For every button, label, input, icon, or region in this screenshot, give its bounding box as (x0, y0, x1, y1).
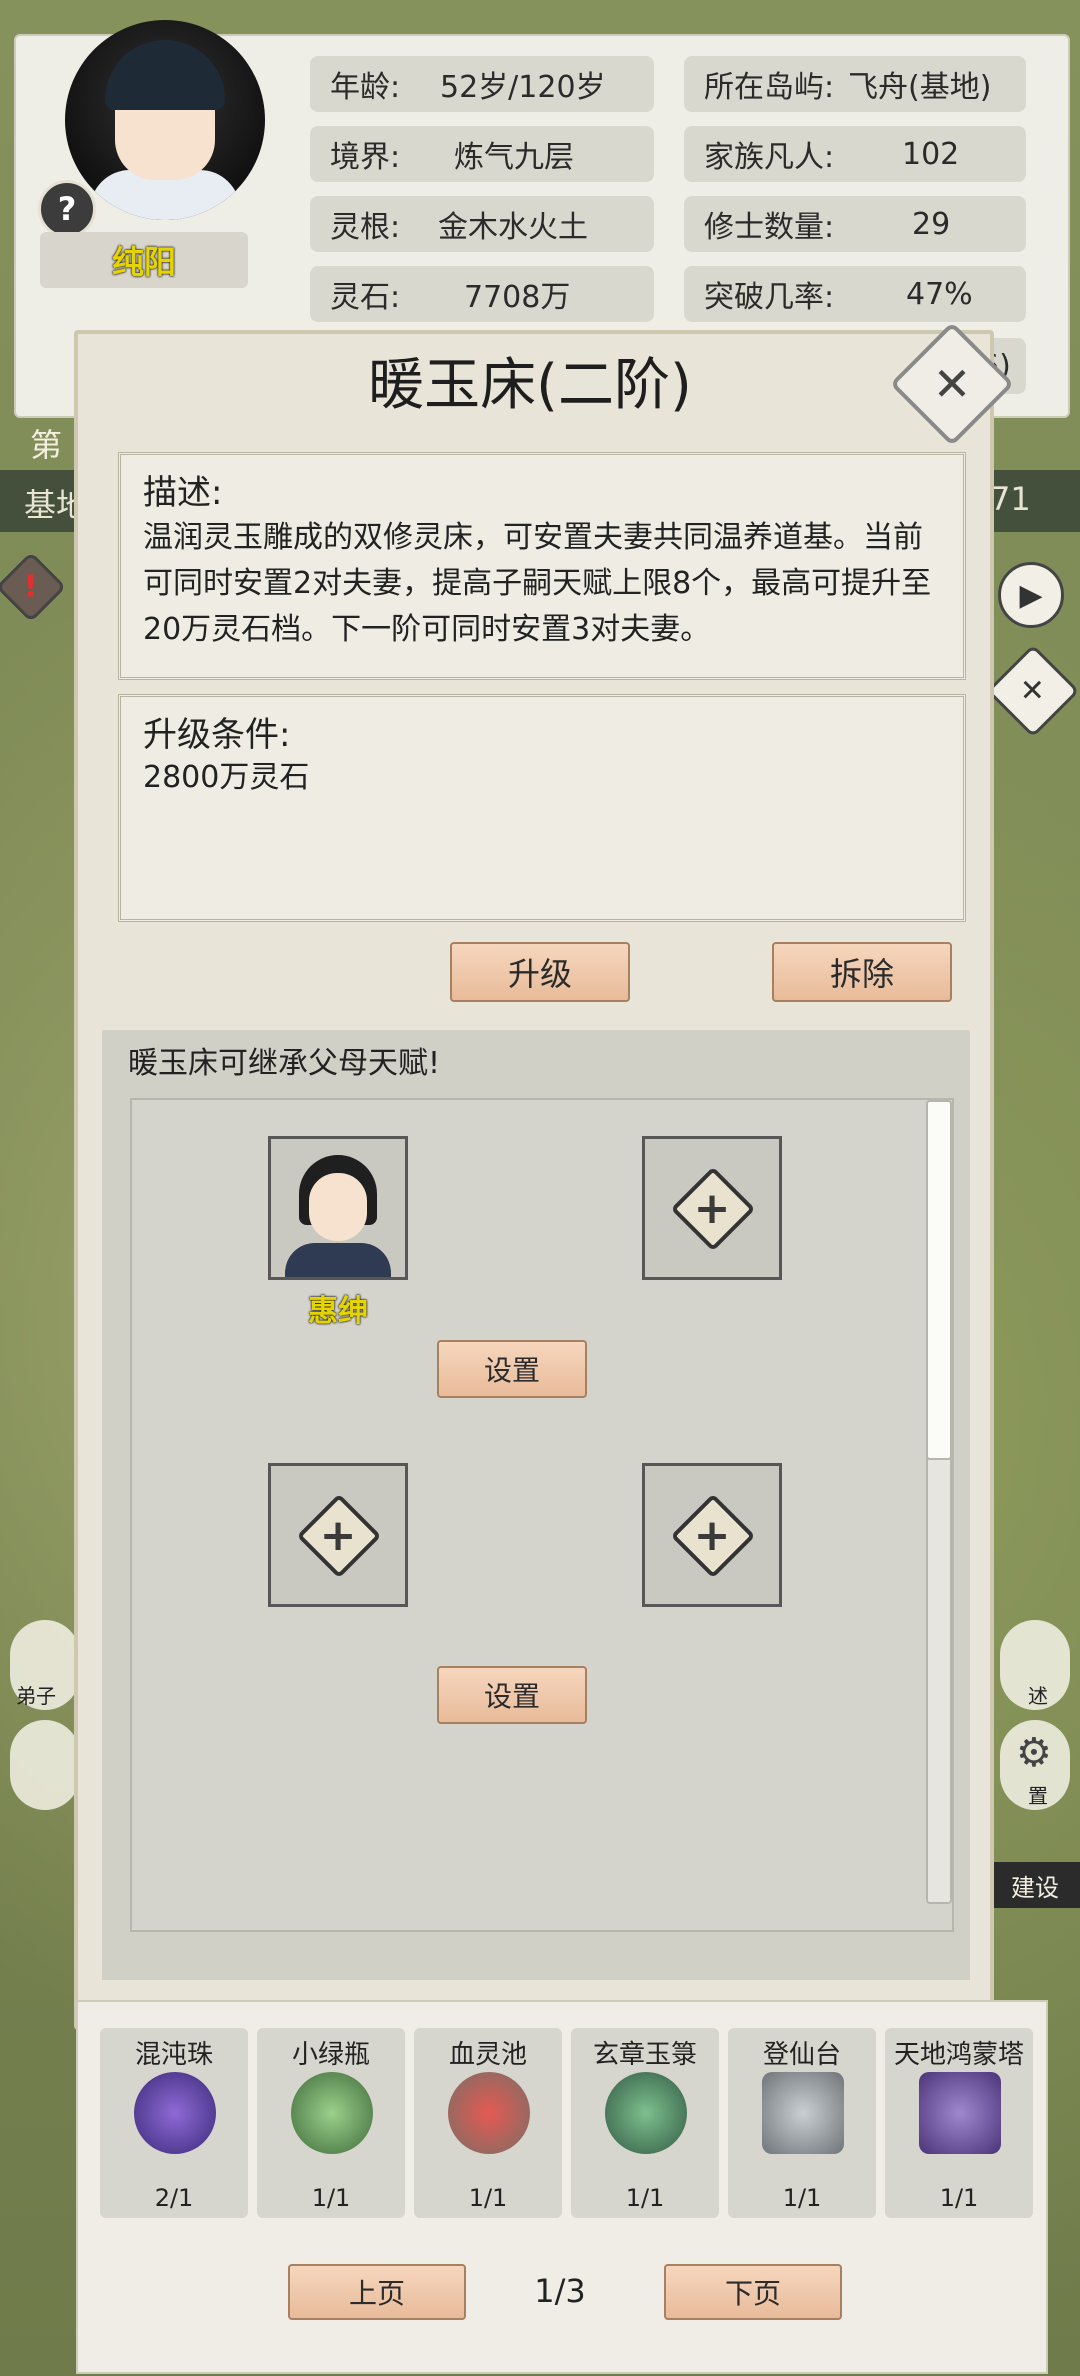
add-spouse-slot-3[interactable]: + (642, 1463, 782, 1607)
building-name: 小绿瓶 (291, 2040, 370, 2070)
stat-island: 所在岛屿: 飞舟(基地) (684, 56, 1026, 112)
plus-icon: + (319, 1509, 357, 1561)
build-tab[interactable]: 建设 (990, 1862, 1080, 1908)
stat-age-label: 年龄: (330, 70, 401, 105)
green-bottle-icon (291, 2072, 373, 2154)
map-strip-right-text: 71 (990, 480, 1031, 518)
stat-island-value: 飞舟(基地) (848, 70, 992, 105)
stat-island-label: 所在岛屿: (704, 70, 835, 105)
stat-spirit-root: 灵根: 金木水火土 (310, 196, 654, 252)
pagoda-icon (919, 2072, 1001, 2154)
spouse-face (309, 1173, 367, 1241)
stat-realm-value: 炼气九层 (454, 140, 574, 175)
chaos-orb-icon (134, 2072, 216, 2154)
building-item[interactable]: 血灵池 1/1 (414, 2028, 562, 2218)
demolish-button[interactable]: 拆除 (772, 942, 952, 1002)
add-spouse-slot-1[interactable]: + (642, 1136, 782, 1280)
stat-realm-label: 境界: (330, 140, 401, 175)
help-button[interactable]: ? (38, 180, 96, 238)
building-count: 1/1 (311, 2184, 351, 2212)
modal-title: 暖玉床(二阶) (368, 353, 692, 418)
building-name: 登仙台 (762, 2040, 841, 2070)
jade-seal-icon (605, 2072, 687, 2154)
description-shortcut-label: 述 (1028, 1684, 1048, 1708)
upgrade-condition-title: 升级条件: (143, 715, 291, 755)
settings-shortcut[interactable]: ⚙ 置 (1000, 1720, 1070, 1810)
spouse-name: 惠绅 (308, 1294, 368, 1329)
stat-age: 年龄: 52岁/120岁 (310, 56, 654, 112)
play-icon: ▶ (1019, 577, 1043, 613)
stat-stone-label: 灵石: (330, 280, 401, 315)
spouse-robe (285, 1243, 391, 1277)
stat-breakthrough-value: 47% (906, 276, 973, 312)
prev-page-button[interactable]: 上页 (288, 2264, 466, 2320)
add-spouse-slot-2[interactable]: + (268, 1463, 408, 1607)
close-icon: ✕ (932, 357, 972, 411)
disciple-shortcut[interactable]: 弟子 (10, 1620, 80, 1710)
slots-scroll-thumb[interactable] (926, 1100, 952, 1460)
building-item[interactable]: 玄章玉箓 1/1 (571, 2028, 719, 2218)
stat-cultivators-value: 29 (912, 206, 951, 242)
building-name: 血灵池 (448, 2040, 527, 2070)
set-couple-button-1[interactable]: 设置 (437, 1340, 587, 1398)
next-page-button[interactable]: 下页 (664, 2264, 842, 2320)
left-shortcut-2[interactable] (10, 1720, 80, 1810)
building-item[interactable]: 天地鸿蒙塔 1/1 (885, 2028, 1033, 2218)
building-name: 玄章玉箓 (592, 2040, 697, 2070)
play-button[interactable]: ▶ (998, 562, 1064, 628)
player-name: 纯阳 (40, 232, 248, 288)
building-count: 1/1 (782, 2184, 822, 2212)
building-item[interactable]: 混沌珠 2/1 (100, 2028, 248, 2218)
inherit-note: 暖玉床可继承父母天赋! (128, 1046, 441, 1081)
disciple-shortcut-label: 弟子 (16, 1684, 56, 1708)
stat-cultivators: 修士数量: 29 (684, 196, 1026, 252)
spouse-slot-filled[interactable] (268, 1136, 408, 1280)
ascension-platform-icon (762, 2072, 844, 2154)
stat-mortals-value: 102 (902, 136, 960, 172)
building-name: 混沌珠 (134, 2040, 213, 2070)
description-text: 温润灵玉雕成的双修灵床，可安置夫妻共同温养道基。当前可同时安置2对夫妻，提高子嗣… (143, 520, 932, 647)
page-indicator: 1/3 (534, 2272, 586, 2310)
upgrade-condition-text: 2800万灵石 (143, 760, 310, 795)
stat-breakthrough: 突破几率: 47% (684, 266, 1026, 322)
avatar-hair (105, 40, 225, 110)
building-count: 1/1 (625, 2184, 665, 2212)
stat-age-value: 52岁/120岁 (440, 70, 606, 105)
building-name: 天地鸿蒙塔 (893, 2040, 1024, 2070)
building-count: 1/1 (939, 2184, 979, 2212)
building-count: 1/1 (468, 2184, 508, 2212)
stat-stone-value: 7708万 (464, 280, 571, 315)
set-couple-button-2[interactable]: 设置 (437, 1666, 587, 1724)
building-item[interactable]: 小绿瓶 1/1 (257, 2028, 405, 2218)
stat-mortals-label: 家族凡人: (704, 140, 835, 175)
upgrade-button[interactable]: 升级 (450, 942, 630, 1002)
building-count: 2/1 (154, 2184, 194, 2212)
plus-icon: + (693, 1509, 731, 1561)
close-icon: ✕ (1020, 673, 1046, 709)
stat-cultivators-label: 修士数量: (704, 210, 835, 245)
description-box: 描述: 温润灵玉雕成的双修灵床，可安置夫妻共同温养道基。当前可同时安置2对夫妻，… (118, 452, 966, 680)
stat-spirit-stone: 灵石: 7708万 (310, 266, 654, 322)
stat-root-label: 灵根: (330, 210, 401, 245)
question-icon: ? (57, 190, 77, 228)
stat-root-value: 金木水火土 (438, 210, 588, 245)
blood-pool-icon (448, 2072, 530, 2154)
description-title: 描述: (143, 473, 223, 513)
gear-icon: ⚙ (1016, 1730, 1052, 1776)
build-tab-label: 建设 (1011, 1873, 1059, 1902)
stat-mortals: 家族凡人: 102 (684, 126, 1026, 182)
upgrade-condition-box: 升级条件: 2800万灵石 (118, 694, 966, 922)
stat-breakthrough-label: 突破几率: (704, 280, 835, 315)
plus-icon: + (693, 1182, 731, 1234)
description-shortcut[interactable]: 述 (1000, 1620, 1070, 1710)
alert-icon: ! (24, 569, 38, 605)
couple-slots-list[interactable] (130, 1098, 954, 1932)
player-avatar[interactable] (65, 20, 265, 220)
building-item[interactable]: 登仙台 1/1 (728, 2028, 876, 2218)
settings-shortcut-label: 置 (1028, 1784, 1048, 1808)
stat-realm: 境界: 炼气九层 (310, 126, 654, 182)
side-left-text: 第 (30, 426, 63, 464)
